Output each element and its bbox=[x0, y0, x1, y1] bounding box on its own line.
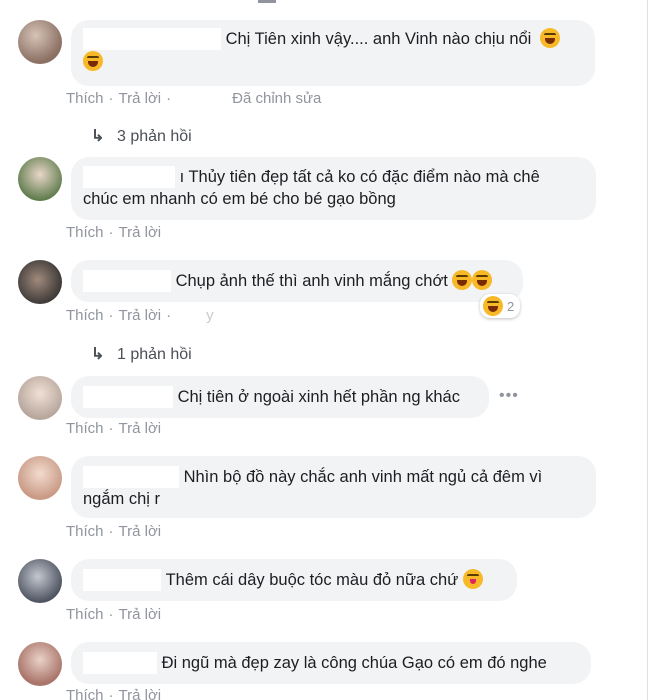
comment-bubble: ı Thủy tiên đẹp tất cả ko có đặc điểm nà… bbox=[71, 157, 596, 220]
comment-text: Đi ngũ mà đẹp zay là công chúa Gạo có em… bbox=[161, 654, 547, 672]
comment-bubble: Chụp ảnh thế thì anh vinh mắng chớt bbox=[71, 260, 523, 302]
like-link[interactable]: Thích bbox=[66, 224, 104, 241]
comment-text: Chị tiên ở ngoài xinh hết phần ng khác bbox=[177, 388, 460, 406]
author-name-redacted[interactable] bbox=[83, 569, 161, 591]
reaction-count: 2 bbox=[507, 298, 515, 314]
comment-text: Chị Tiên xinh vậy.... anh Vinh nào chịu … bbox=[225, 30, 532, 48]
avatar[interactable] bbox=[18, 260, 62, 304]
reply-link[interactable]: Trả lời bbox=[119, 224, 162, 241]
author-name-redacted[interactable] bbox=[83, 270, 171, 292]
reply-link[interactable]: Trả lời bbox=[119, 523, 162, 540]
laughing-emoji-icon bbox=[452, 270, 473, 290]
comment-text: Thêm cái dây buộc tóc màu đỏ nữa chứ bbox=[165, 571, 459, 589]
reply-link[interactable]: Trả lời bbox=[119, 307, 162, 324]
reaction-summary[interactable]: 2 bbox=[480, 294, 521, 318]
like-link[interactable]: Thích bbox=[66, 90, 104, 107]
reply-link[interactable]: Trả lời bbox=[119, 420, 162, 437]
comment-actions: Thích · Trả lời bbox=[66, 606, 162, 623]
comment-actions: Thích · Trả lời · Đã chỉnh sửa bbox=[66, 90, 322, 107]
laughing-emoji-icon bbox=[539, 28, 560, 48]
like-link[interactable]: Thích bbox=[66, 687, 104, 700]
comment-bubble: Thêm cái dây buộc tóc màu đỏ nữa chứ bbox=[71, 559, 517, 601]
avatar[interactable] bbox=[18, 20, 62, 64]
reply-link[interactable]: Trả lời bbox=[119, 606, 162, 623]
replies-count: 3 phản hồi bbox=[117, 128, 192, 145]
avatar[interactable] bbox=[18, 456, 62, 500]
avatar[interactable] bbox=[18, 642, 62, 686]
avatar[interactable] bbox=[18, 157, 62, 201]
comment-actions: Thích · Trả lời bbox=[66, 224, 162, 241]
panel-border bbox=[647, 0, 648, 700]
comment-bubble: Chị Tiên xinh vậy.... anh Vinh nào chịu … bbox=[71, 20, 595, 86]
comment-actions: Thích · Trả lời bbox=[66, 687, 161, 700]
avatar[interactable] bbox=[18, 376, 62, 420]
author-name-redacted[interactable] bbox=[83, 166, 175, 188]
replies-count: 1 phản hồi bbox=[117, 346, 192, 363]
comment-bubble: Đi ngũ mà đẹp zay là công chúa Gạo có em… bbox=[71, 642, 591, 684]
comment-actions: Thích · Trả lời bbox=[66, 523, 162, 540]
more-options-icon[interactable]: ••• bbox=[499, 387, 519, 405]
comment-bubble: Nhìn bộ đồ này chắc anh vinh mất ngủ cả … bbox=[71, 456, 596, 518]
like-link[interactable]: Thích bbox=[66, 420, 104, 437]
avatar[interactable] bbox=[18, 559, 62, 603]
comment-actions: Thích · Trả lời bbox=[66, 420, 162, 437]
laughing-emoji-icon bbox=[472, 270, 493, 290]
view-replies-link[interactable]: ↳ 3 phản hồi bbox=[91, 126, 192, 146]
edited-label[interactable]: Đã chỉnh sửa bbox=[232, 90, 321, 107]
comment-text: Chụp ảnh thế thì anh vinh mắng chớt bbox=[175, 272, 448, 290]
laughing-emoji-icon bbox=[83, 51, 103, 71]
reply-arrow-icon: ↳ bbox=[91, 128, 105, 145]
like-link[interactable]: Thích bbox=[66, 606, 104, 623]
reply-arrow-icon: ↳ bbox=[91, 346, 105, 363]
view-replies-link[interactable]: ↳ 1 phản hồi bbox=[91, 344, 192, 364]
comment-actions: Thích · Trả lời · y bbox=[66, 307, 214, 324]
redacted-timestamp: y bbox=[206, 307, 214, 324]
tongue-out-emoji-icon bbox=[462, 569, 483, 589]
author-name-redacted[interactable] bbox=[83, 652, 157, 674]
comment-text-line-2: ngắm chị r bbox=[83, 490, 161, 508]
like-link[interactable]: Thích bbox=[66, 523, 104, 540]
author-name-redacted[interactable] bbox=[83, 28, 221, 50]
top-divider bbox=[258, 0, 276, 3]
reply-link[interactable]: Trả lời bbox=[119, 687, 162, 700]
comment-text-line-1: ı Thủy tiên đẹp tất cả ko có đặc điểm nà… bbox=[179, 168, 540, 186]
author-name-redacted[interactable] bbox=[83, 386, 173, 408]
comment-bubble: Chị tiên ở ngoài xinh hết phần ng khác bbox=[71, 376, 489, 418]
author-name-redacted[interactable] bbox=[83, 466, 179, 488]
like-link[interactable]: Thích bbox=[66, 307, 104, 324]
laughing-emoji-icon bbox=[483, 296, 503, 316]
comment-text-line-1: Nhìn bộ đồ này chắc anh vinh mất ngủ cả … bbox=[183, 468, 543, 486]
reply-link[interactable]: Trả lời bbox=[119, 90, 162, 107]
comment-text-line-2: chúc em nhanh có em bé cho bé gạo bồng bbox=[83, 190, 396, 208]
